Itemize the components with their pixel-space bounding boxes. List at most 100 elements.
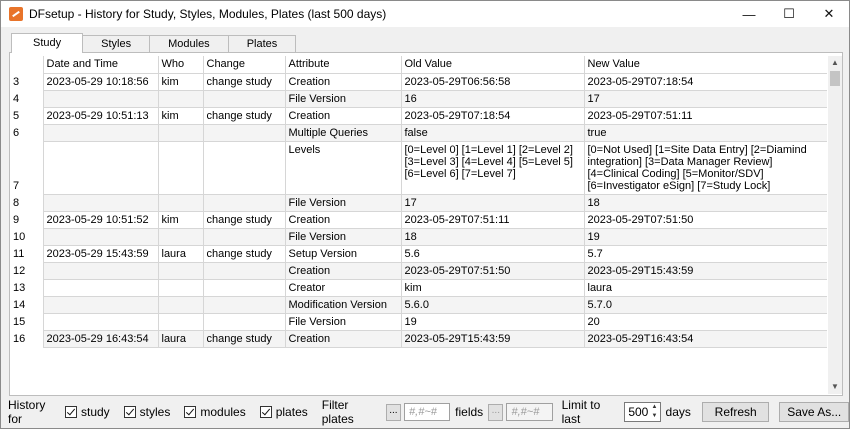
cell-old-value[interactable]: 2023-05-29T07:18:54 [400,106,585,125]
spinner-arrows-icon[interactable]: ▲ ▼ [650,403,660,421]
cell-date[interactable] [42,295,159,314]
table-row[interactable]: 5 2023-05-29 10:51:13 kim change study Creat… [13,106,827,125]
plates-checkbox[interactable] [259,406,272,418]
column-header-who[interactable]: Who [157,56,204,74]
refresh-button[interactable]: Refresh [701,402,770,422]
cell-attribute[interactable]: Creation [284,210,402,229]
table-row[interactable]: 8 File Version 17 18 [13,193,827,212]
styles-checkbox-group[interactable]: styles [123,405,170,419]
table-row[interactable]: 13 Creator kim laura [13,278,827,297]
cell-old-value[interactable]: 16 [400,89,585,108]
cell-who[interactable] [157,295,204,314]
modules-checkbox-group[interactable]: modules [184,405,246,419]
cell-attribute[interactable]: Levels [284,140,402,195]
cell-attribute[interactable]: File Version [284,193,402,212]
cell-old-value[interactable]: 2023-05-29T15:43:59 [400,329,585,348]
cell-new-value[interactable]: laura [583,278,827,297]
cell-date[interactable] [42,123,159,142]
cell-change[interactable] [202,140,286,195]
cell-new-value[interactable]: [0=Not Used] [1=Site Data Entry] [2=Diam… [583,140,827,195]
cell-old-value[interactable]: kim [400,278,585,297]
table-row[interactable]: 12 Creation 2023-05-29T07:51:50 2023-05-29T… [13,261,827,280]
cell-date[interactable] [42,227,159,246]
cell-date[interactable]: 2023-05-29 16:43:54 [42,329,159,348]
cell-who[interactable]: kim [157,210,204,229]
maximize-button[interactable]: ☐ [769,1,809,27]
cell-attribute[interactable]: Setup Version [284,244,402,263]
cell-old-value[interactable]: false [400,123,585,142]
fields-browse-button[interactable]: ... [488,403,504,421]
cell-who[interactable]: kim [157,72,204,91]
table-row[interactable]: 10 File Version 18 19 [13,227,827,246]
cell-new-value[interactable]: 2023-05-29T16:43:54 [583,329,827,348]
cell-change[interactable] [202,312,286,331]
column-header-new-value[interactable]: New Value [583,56,827,74]
cell-date[interactable] [42,261,159,280]
cell-date[interactable]: 2023-05-29 10:18:56 [42,72,159,91]
filter-plates-browse-button[interactable]: ... [385,403,402,421]
cell-change[interactable] [202,89,286,108]
cell-attribute[interactable]: Multiple Queries [284,123,402,142]
scroll-thumb[interactable] [830,71,840,86]
cell-who[interactable] [157,227,204,246]
tab-study[interactable]: Study [11,33,84,53]
column-header-change[interactable]: Change [202,56,286,74]
cell-attribute[interactable]: File Version [284,89,402,108]
cell-new-value[interactable]: 19 [583,227,827,246]
cell-attribute[interactable]: Creator [284,278,402,297]
cell-date[interactable] [42,140,159,195]
plates-checkbox-group[interactable]: plates [259,405,308,419]
cell-date[interactable] [42,89,159,108]
vertical-scrollbar[interactable]: ▲ ▼ [828,56,842,394]
cell-old-value[interactable]: 2023-05-29T07:51:11 [400,210,585,229]
column-header-attribute[interactable]: Attribute [284,56,402,74]
cell-change[interactable]: change study [202,106,286,125]
table-row[interactable]: 14 Modification Version 5.6.0 5.7.0 [13,295,827,314]
table-row[interactable]: 4 File Version 16 17 [13,89,827,108]
cell-new-value[interactable]: 2023-05-29T07:51:50 [583,210,827,229]
cell-old-value[interactable]: 2023-05-29T06:56:58 [400,72,585,91]
cell-attribute[interactable]: File Version [284,312,402,331]
cell-date[interactable]: 2023-05-29 15:43:59 [42,244,159,263]
cell-new-value[interactable]: 20 [583,312,827,331]
cell-new-value[interactable]: 2023-05-29T15:43:59 [583,261,827,280]
cell-attribute[interactable]: Creation [284,106,402,125]
history-table-viewport[interactable]: Date and Time Who Change Attribute Old V… [13,56,827,392]
limit-days-spinner[interactable]: 500 ▲ ▼ [624,402,661,422]
cell-who[interactable] [157,123,204,142]
cell-who[interactable]: laura [157,329,204,348]
cell-change[interactable] [202,227,286,246]
cell-old-value[interactable]: 5.6 [400,244,585,263]
cell-change[interactable] [202,123,286,142]
cell-date[interactable]: 2023-05-29 10:51:13 [42,106,159,125]
cell-who[interactable] [157,193,204,212]
cell-who[interactable]: laura [157,244,204,263]
cell-change[interactable] [202,261,286,280]
fields-input[interactable]: #,#~# [506,403,553,421]
cell-new-value[interactable]: 5.7 [583,244,827,263]
cell-date[interactable] [42,193,159,212]
cell-attribute[interactable]: Creation [284,329,402,348]
cell-who[interactable] [157,261,204,280]
cell-attribute[interactable]: File Version [284,227,402,246]
cell-who[interactable] [157,140,204,195]
cell-change[interactable]: change study [202,244,286,263]
cell-change[interactable] [202,193,286,212]
cell-old-value[interactable]: 5.6.0 [400,295,585,314]
tab-modules[interactable]: Modules [149,35,229,53]
table-row[interactable]: 9 2023-05-29 10:51:52 kim change study Creat… [13,210,827,229]
scroll-up-arrow-icon[interactable]: ▲ [828,56,842,70]
cell-old-value[interactable]: [0=Level 0] [1=Level 1] [2=Level 2] [3=L… [400,140,585,195]
cell-change[interactable] [202,278,286,297]
cell-old-value[interactable]: 19 [400,312,585,331]
cell-who[interactable] [157,278,204,297]
cell-date[interactable] [42,278,159,297]
cell-date[interactable]: 2023-05-29 10:51:52 [42,210,159,229]
table-row[interactable]: 16 2023-05-29 16:43:54 laura change study Cr… [13,329,827,348]
study-checkbox[interactable] [64,406,77,418]
styles-checkbox[interactable] [123,406,136,418]
cell-new-value[interactable]: 17 [583,89,827,108]
scroll-down-arrow-icon[interactable]: ▼ [828,380,842,394]
table-row[interactable]: 6 Multiple Queries false true [13,123,827,142]
close-button[interactable]: ✕ [809,1,849,27]
